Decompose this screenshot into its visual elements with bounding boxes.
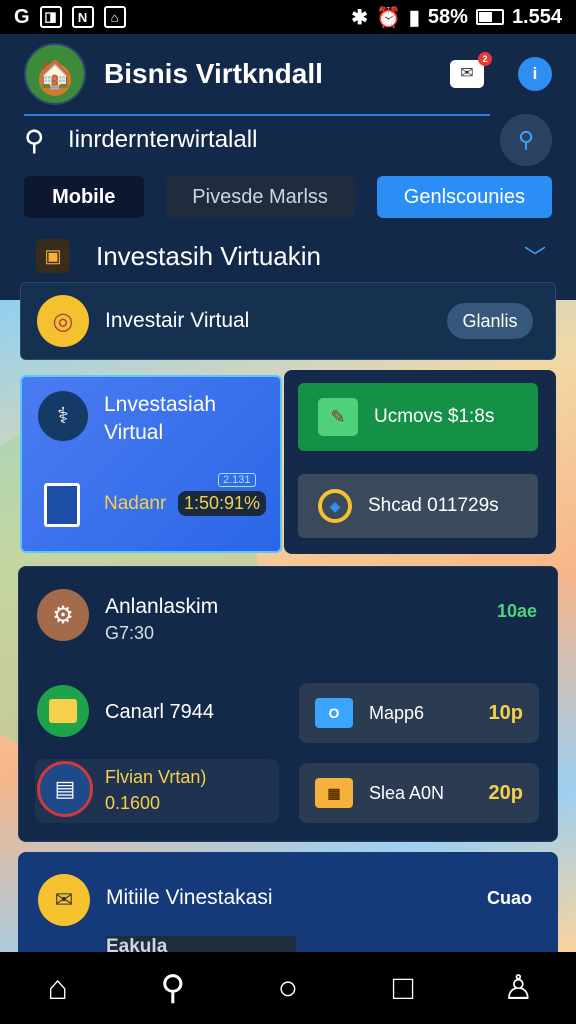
tab-private-market[interactable]: Pivesde Marlss <box>165 176 355 218</box>
chevron-down-icon[interactable]: ﹀ <box>524 240 546 272</box>
row1-title: Anlanlaskim <box>105 595 219 618</box>
pencil-icon: ✎ <box>318 398 358 436</box>
investment-card-top[interactable]: ◎ Investair Virtual Glanlis <box>20 282 556 360</box>
battery-icon <box>475 9 504 25</box>
search-bar: ⚲ ⚲ <box>24 112 552 168</box>
target-icon: ◎ <box>37 295 89 347</box>
tab-general[interactable]: Genlscounies <box>376 176 552 218</box>
clock: 1.554 <box>511 5 562 28</box>
card-top-label: Investair Virtual <box>105 309 250 332</box>
square-recents-icon[interactable]: □ <box>378 963 428 1013</box>
robot-icon: ▣ <box>36 239 70 273</box>
home-notif-icon: ⌂ <box>103 6 126 28</box>
small-card-1[interactable]: O Mapp6 10p <box>299 683 539 743</box>
panel-row-1[interactable]: ⚙ Anlanlaskim G7:30 10ae <box>37 589 537 649</box>
section-title: Investasih Virtuakin <box>96 240 321 271</box>
compass-icon: ◆ <box>318 489 352 523</box>
tab-mobile[interactable]: Mobile <box>24 176 144 218</box>
app-title: Bisnis Virtkndall <box>104 58 323 89</box>
settings-icon: ⚙ <box>37 589 89 641</box>
stethoscope-icon: ⚕ <box>38 391 88 441</box>
box-icon: ▤ <box>37 761 93 817</box>
gallery-icon: ◨ <box>39 6 62 28</box>
row3-title: Flvian Vrtan) <box>105 767 207 787</box>
app-header: 🏠 Bisnis Virtkndall ✉ 2 i <box>0 34 576 114</box>
avatar[interactable]: 🏠 <box>24 43 86 105</box>
green-card-label: Ucmovs $1:8s <box>374 406 495 427</box>
small2-value: 20p <box>488 781 523 804</box>
row1-sub: G7:30 <box>105 623 155 643</box>
small1-label: Mapp6 <box>369 702 425 723</box>
grid-icon: ▦ <box>315 778 353 808</box>
details-pill-button[interactable]: Glanlis <box>447 303 533 339</box>
messages-icon[interactable]: ✉ 2 <box>450 52 492 88</box>
info-icon[interactable]: i <box>518 57 552 91</box>
section-header: ▣ Investasih Virtuakin ﹀ <box>36 232 546 280</box>
search-button[interactable]: ⚲ <box>500 114 552 166</box>
circle-home-icon[interactable]: ○ <box>263 963 313 1013</box>
tab-bar: Mobile Pivesde Marlss Genlscounies <box>24 176 552 218</box>
summary-panel: ⚙ Anlanlaskim G7:30 10ae Canarl 7944 ▤ F… <box>18 566 558 842</box>
bottom-nav: ⌂ ⚲ ○ □ ♙ <box>0 952 576 1024</box>
panel2-value: Cuao <box>487 888 532 908</box>
grey-card-label: Shcad 011729s <box>368 495 499 516</box>
panel2-title: Mitiile Vinestakasi <box>106 886 273 909</box>
percent-badge: 1:50:91% <box>178 491 267 516</box>
small1-value: 10p <box>488 701 523 724</box>
signal-icon: ▮ <box>408 6 420 29</box>
small-card-2[interactable]: ▦ Slea A0N 20p <box>299 763 539 823</box>
folder-icon <box>37 685 89 737</box>
message-badge: 2 <box>478 52 492 66</box>
card-blue-label: Nadanr <box>104 493 167 514</box>
search-underline <box>24 114 490 116</box>
card-blue-title: Lnvestasiah Virtual <box>104 393 217 444</box>
row3-sub: 0.1600 <box>105 793 161 813</box>
google-icon: G <box>14 5 30 28</box>
battery-percent: 58% <box>427 5 468 28</box>
small2-label: Slea A0N <box>369 782 445 803</box>
n-app-icon: N <box>71 6 94 28</box>
profile-icon[interactable]: ♙ <box>493 963 543 1013</box>
search-icon: ⚲ <box>24 124 45 156</box>
status-bar: G ◨ N ⌂ ✱ ⏰ ▮ 58% 1.554 <box>0 0 576 34</box>
envelope-icon: ✉ <box>38 874 90 926</box>
bluetooth-icon: ✱ <box>351 6 368 29</box>
card-icon: O <box>315 698 353 728</box>
alarm-icon: ⏰ <box>375 6 401 29</box>
mobile-investment-panel[interactable]: ✉ Mitiile Vinestakasi Cuao Eakula <box>18 852 558 962</box>
row2-title: Canarl 7944 <box>105 701 214 723</box>
search-input[interactable] <box>68 126 500 154</box>
search-nav-icon[interactable]: ⚲ <box>148 963 198 1013</box>
mini-tag: 2.131 <box>218 473 256 487</box>
row3-item[interactable]: ▤ Flvian Vrtan) 0.1600 <box>35 759 279 823</box>
grey-action-card[interactable]: ◆ Shcad 011729s <box>298 474 538 538</box>
document-icon <box>44 483 80 527</box>
investment-card-selected[interactable]: ⚕ Lnvestasiah Virtual 2.131 Nadanr 1:50:… <box>20 375 282 553</box>
green-action-card[interactable]: ✎ Ucmovs $1:8s <box>298 383 538 451</box>
home-icon[interactable]: ⌂ <box>33 963 83 1013</box>
row1-value: 10ae <box>496 601 537 621</box>
